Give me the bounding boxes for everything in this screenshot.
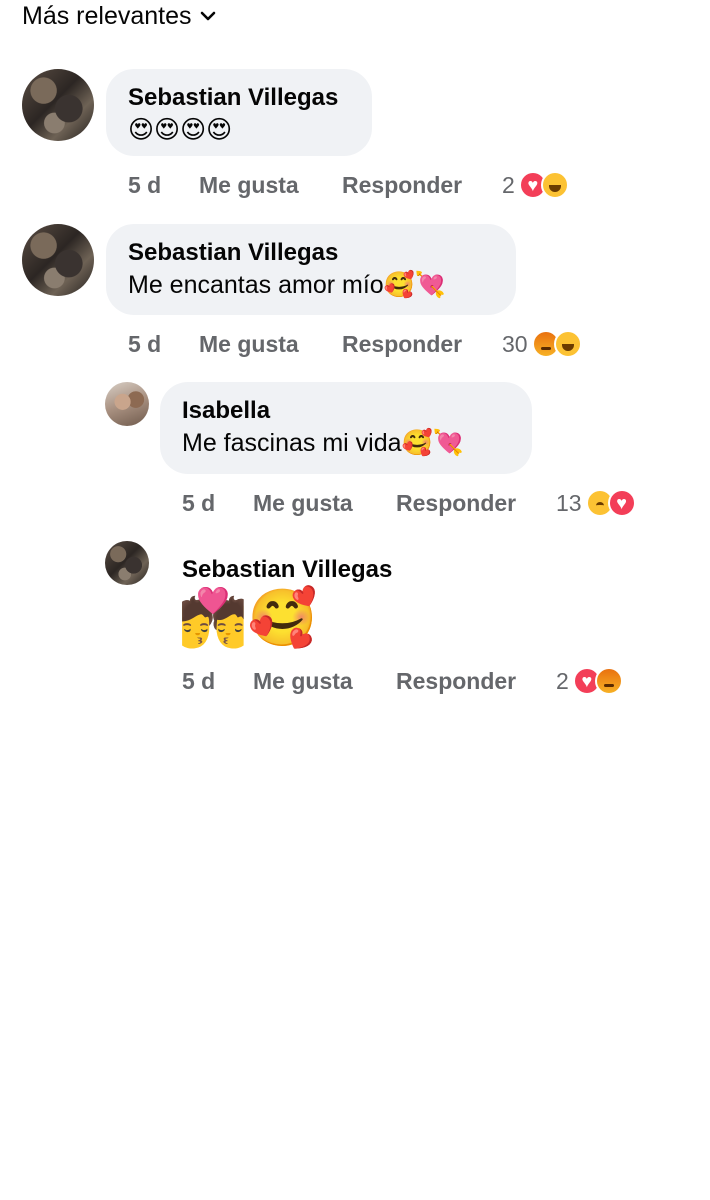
comment-time[interactable]: 5 d — [128, 172, 199, 199]
chevron-down-icon — [200, 11, 215, 21]
reply-button[interactable]: Responder — [396, 668, 556, 695]
sort-dropdown[interactable]: Más relevantes — [22, 0, 216, 32]
reaction-summary[interactable]: 30 — [502, 330, 582, 358]
like-button[interactable]: Me gusta — [253, 490, 396, 517]
comment-author[interactable]: Sebastian Villegas — [128, 238, 494, 268]
comment-author[interactable]: Isabella — [182, 396, 510, 426]
love-reaction-icon — [607, 489, 636, 517]
sort-label: Más relevantes — [22, 1, 192, 30]
haha-reaction-icon — [540, 171, 569, 199]
like-button[interactable]: Me gusta — [199, 331, 342, 358]
comment-actions: 5 d Me gusta Responder 30 — [128, 327, 608, 361]
haha-reaction-icon — [553, 330, 582, 358]
comment-author[interactable]: Sebastian Villegas — [182, 556, 392, 584]
comment-bubble: Sebastian Villegas 😍😍😍😍 — [106, 69, 372, 156]
comment-author[interactable]: Sebastian Villegas — [128, 83, 350, 113]
comment-actions: 5 d Me gusta Responder 2 — [128, 168, 598, 202]
comment-time[interactable]: 5 d — [182, 490, 253, 517]
comment-time[interactable]: 5 d — [182, 668, 253, 695]
comment-text: Me fascinas mi vida🥰💘 — [182, 429, 464, 457]
reaction-summary[interactable]: 2 — [556, 667, 623, 695]
comment-text: 😍😍😍😍 — [128, 116, 233, 144]
reaction-count: 2 — [502, 171, 515, 198]
comment-emoji: 💏🥰 — [178, 586, 318, 649]
angry-reaction-icon — [594, 667, 623, 695]
reply-button[interactable]: Responder — [342, 172, 502, 199]
comment-text: Me encantas amor mío🥰💘 — [128, 271, 446, 299]
comment-actions: 5 d Me gusta Responder 2 — [182, 664, 662, 698]
avatar[interactable] — [22, 224, 94, 296]
comment-bubble: Sebastian Villegas Me encantas amor mío🥰… — [106, 224, 516, 315]
reply-button[interactable]: Responder — [342, 331, 502, 358]
reply-button[interactable]: Responder — [396, 490, 556, 517]
reaction-count: 2 — [556, 667, 569, 694]
like-button[interactable]: Me gusta — [199, 172, 342, 199]
reaction-summary[interactable]: 13 — [556, 489, 636, 517]
reaction-count: 13 — [556, 489, 582, 516]
avatar[interactable] — [22, 69, 94, 141]
avatar[interactable] — [105, 541, 149, 585]
comment-bubble: Isabella Me fascinas mi vida🥰💘 — [160, 382, 532, 474]
like-button[interactable]: Me gusta — [253, 668, 396, 695]
comment-actions: 5 d Me gusta Responder 13 — [182, 486, 662, 520]
reaction-summary[interactable]: 2 — [502, 171, 569, 199]
comment-time[interactable]: 5 d — [128, 331, 199, 358]
reaction-count: 30 — [502, 330, 528, 357]
avatar[interactable] — [105, 382, 149, 426]
